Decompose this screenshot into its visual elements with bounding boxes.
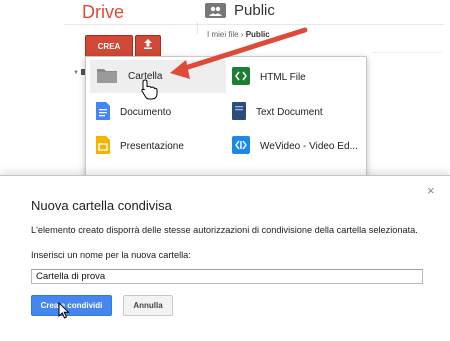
menu-item-label: Presentazione — [120, 140, 184, 152]
breadcrumb-separator: › — [240, 30, 244, 39]
menu-item-text-document[interactable]: Text Document — [232, 97, 362, 127]
presentation-icon — [96, 135, 110, 157]
column-divider — [197, 22, 198, 34]
drive-background: Drive Public I miei file › Public CREA ▼ — [0, 0, 450, 176]
create-button[interactable]: CREA — [85, 35, 133, 57]
folder-name-input[interactable] — [31, 269, 423, 284]
menu-item-label: Text Document — [256, 106, 323, 118]
menu-item-html-file[interactable]: HTML File — [232, 62, 362, 92]
menu-item-presentation[interactable]: Presentazione — [96, 131, 226, 161]
menu-item-folder[interactable]: Cartella — [90, 60, 226, 93]
folder-header: Public — [205, 2, 275, 19]
document-icon — [96, 101, 110, 123]
create-menu: Cartella HTML File Documento Text Docume… — [85, 56, 367, 176]
menu-item-document[interactable]: Documento — [96, 97, 226, 127]
new-shared-folder-dialog: × Nuova cartella condivisa L'elemento cr… — [0, 175, 450, 341]
menu-item-wevideo[interactable]: WeVideo - Video Ed... — [232, 131, 362, 161]
breadcrumb-parent[interactable]: I miei file — [207, 30, 239, 39]
folder-icon — [96, 67, 118, 87]
dialog-title: Nuova cartella condivisa — [31, 198, 172, 213]
wevideo-icon — [232, 135, 250, 157]
upload-icon — [142, 37, 154, 55]
breadcrumb-current: Public — [245, 30, 270, 39]
html-file-icon — [232, 66, 250, 88]
menu-item-label: Documento — [120, 106, 172, 118]
text-document-icon — [232, 101, 246, 123]
menu-item-label: HTML File — [260, 71, 306, 83]
cancel-button[interactable]: Annulla — [123, 295, 173, 316]
menu-item-label: WeVideo - Video Ed... — [260, 140, 358, 152]
close-icon[interactable]: × — [427, 184, 435, 197]
create-and-share-button[interactable]: Crea e condividi — [31, 295, 112, 316]
list-divider — [372, 52, 442, 53]
tree-caret-icon[interactable]: ▼ — [73, 70, 79, 76]
breadcrumb: I miei file › Public — [207, 30, 270, 39]
folder-title: Public — [234, 2, 275, 19]
dialog-prompt: Inserisci un nome per la nuova cartella: — [31, 250, 191, 260]
upload-button[interactable] — [135, 35, 161, 57]
dialog-description: L'elemento creato disporrà delle stesse … — [31, 225, 418, 235]
drive-logo: Drive — [82, 2, 125, 22]
header-divider — [64, 24, 444, 25]
menu-item-label: Cartella — [128, 71, 163, 82]
people-icon — [205, 3, 226, 18]
